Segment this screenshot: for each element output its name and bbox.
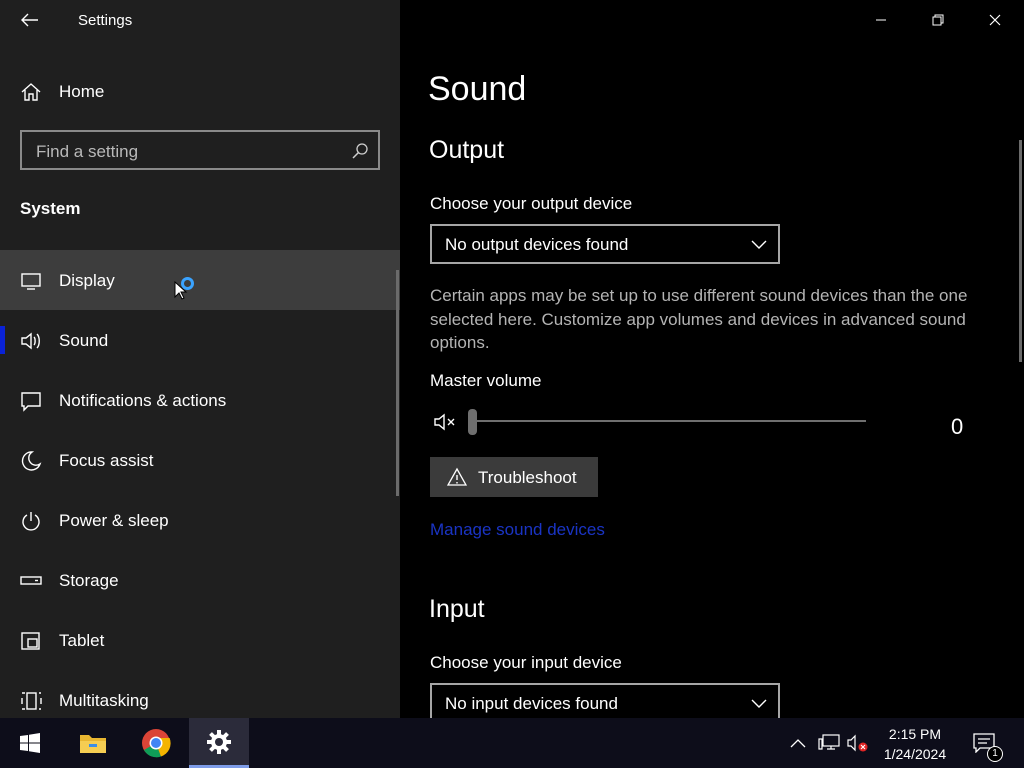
file-explorer-button[interactable] — [63, 718, 123, 768]
chevron-down-icon — [751, 240, 767, 249]
taskbar-clock[interactable]: 2:15 PM 1/24/2024 — [874, 724, 956, 764]
search-icon[interactable] — [350, 141, 370, 161]
troubleshoot-label: Troubleshoot — [478, 468, 577, 487]
home-icon — [21, 83, 41, 101]
file-explorer-icon — [80, 735, 106, 753]
sidebar-item-label: Sound — [59, 331, 109, 350]
input-device-label: Choose your input device — [430, 653, 622, 672]
minimize-button[interactable] — [852, 0, 909, 40]
network-icon — [818, 734, 840, 750]
tablet-icon — [21, 632, 40, 650]
sidebar-item-home[interactable]: Home — [0, 68, 400, 116]
speaker-icon — [21, 332, 40, 350]
chrome-button[interactable] — [126, 718, 186, 768]
volume-muted-icon — [847, 734, 868, 752]
network-button[interactable] — [815, 718, 843, 768]
sidebar: Settings Home Find a setting System Disp… — [0, 0, 400, 718]
clock-date: 1/24/2024 — [883, 746, 947, 762]
multitasking-icon — [21, 692, 42, 710]
sidebar-item-label: Multitasking — [59, 691, 149, 710]
power-icon — [22, 512, 40, 531]
master-volume-value: 0 — [951, 414, 964, 439]
sidebar-item-label: Storage — [59, 571, 119, 590]
input-heading: Input — [429, 595, 485, 623]
nav-list: Display Sound Notifications & actions Fo… — [0, 250, 400, 730]
search-placeholder: Find a setting — [36, 142, 139, 161]
section-label: System — [20, 199, 81, 218]
main-content: Sound Output Choose your output device N… — [400, 0, 1024, 723]
chrome-icon — [142, 729, 171, 758]
start-icon — [20, 733, 40, 753]
taskbar: 2:15 PM 1/24/2024 1 — [0, 718, 1024, 768]
sidebar-scrollbar[interactable] — [396, 270, 399, 496]
master-volume-slider[interactable] — [472, 420, 866, 422]
sidebar-item-label: Power & sleep — [59, 511, 169, 530]
maximize-button[interactable] — [909, 0, 966, 40]
sidebar-item-label: Tablet — [59, 631, 105, 650]
minimize-icon — [875, 19, 886, 21]
close-icon — [989, 14, 1000, 26]
settings-icon — [207, 729, 231, 754]
output-device-value: No output devices found — [445, 235, 629, 254]
monitor-icon — [21, 273, 41, 290]
settings-button[interactable] — [189, 718, 249, 768]
sidebar-item-focus-assist[interactable]: Focus assist — [0, 430, 400, 490]
clock-time: 2:15 PM — [888, 726, 942, 742]
main-scrollbar[interactable] — [1019, 140, 1022, 362]
input-device-dropdown[interactable]: No input devices found — [430, 683, 780, 723]
show-hidden-icons-button[interactable] — [786, 718, 810, 768]
restore-icon — [932, 14, 943, 26]
sidebar-item-notifications[interactable]: Notifications & actions — [0, 370, 400, 430]
sidebar-item-display[interactable]: Display — [0, 250, 400, 310]
output-description: Certain apps may be set up to use differ… — [430, 286, 968, 352]
sidebar-item-power-sleep[interactable]: Power & sleep — [0, 490, 400, 550]
title-bar: Settings — [0, 0, 400, 40]
sidebar-item-label: Notifications & actions — [59, 391, 227, 410]
message-icon — [21, 392, 41, 412]
start-button[interactable] — [0, 718, 60, 768]
manage-sound-devices-link[interactable]: Manage sound devices — [430, 520, 605, 540]
mouse-pointer-icon — [174, 281, 188, 300]
troubleshoot-button[interactable]: Troubleshoot — [430, 457, 598, 497]
back-button[interactable] — [12, 6, 48, 34]
output-heading: Output — [429, 136, 505, 164]
chevron-up-icon — [790, 739, 806, 748]
app-title: Settings — [78, 12, 133, 29]
sidebar-item-sound[interactable]: Sound — [0, 310, 400, 370]
volume-muted-icon[interactable] — [434, 412, 458, 432]
back-arrow-icon — [21, 13, 38, 27]
sidebar-item-storage[interactable]: Storage — [0, 550, 400, 610]
sidebar-item-label: Display — [59, 271, 115, 290]
sidebar-item-tablet[interactable]: Tablet — [0, 610, 400, 670]
output-device-dropdown[interactable]: No output devices found — [430, 224, 780, 264]
chevron-down-icon — [751, 699, 767, 708]
moon-icon — [21, 451, 42, 471]
close-button[interactable] — [966, 0, 1023, 40]
notification-count-badge: 1 — [987, 746, 1003, 762]
page-title: Sound — [428, 70, 527, 108]
output-device-label: Choose your output device — [430, 194, 633, 213]
master-volume-label: Master volume — [430, 371, 542, 390]
sidebar-item-label: Home — [59, 82, 105, 101]
input-device-value: No input devices found — [445, 694, 618, 713]
sidebar-item-label: Focus assist — [59, 451, 154, 470]
warning-icon — [447, 467, 467, 486]
selection-indicator — [0, 326, 5, 354]
master-volume-thumb[interactable] — [468, 409, 477, 435]
storage-icon — [20, 576, 42, 585]
volume-tray-button[interactable] — [845, 718, 871, 768]
search-input[interactable]: Find a setting — [20, 130, 380, 170]
